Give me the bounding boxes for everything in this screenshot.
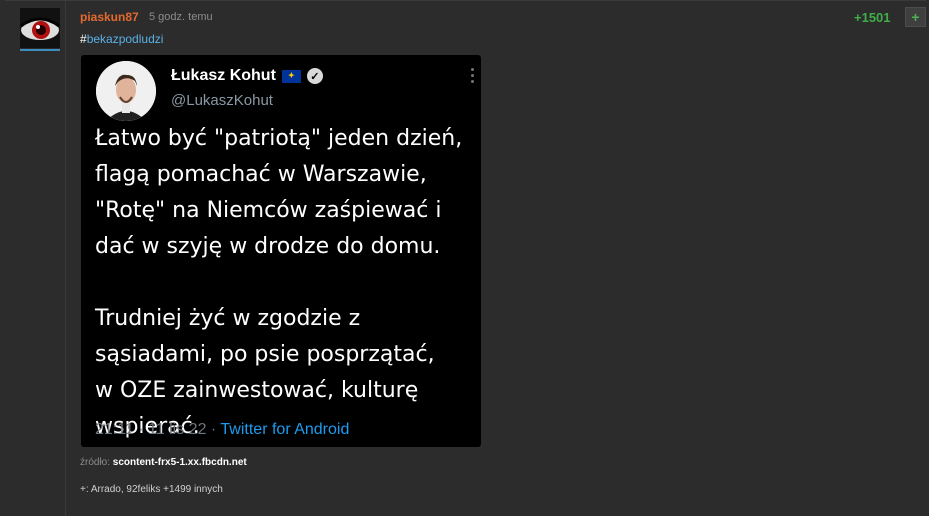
source-link[interactable]: scontent-frx5-1.xx.fbcdn.net bbox=[113, 457, 247, 468]
tweet-author-label: Łukasz Kohut bbox=[171, 67, 276, 84]
avatar-gender-bar bbox=[20, 49, 60, 51]
voters-list[interactable]: +: Arrado, 92feliks +1499 innych bbox=[80, 484, 223, 495]
tweet-client: Twitter for Android bbox=[220, 421, 350, 438]
tweet-meta: 21:11 · 11 lis 22 · Twitter for Android bbox=[95, 421, 349, 439]
entry: piaskun87 5 godz. temu +1501 + #bekazpod… bbox=[5, 0, 926, 516]
tweet-avatar bbox=[96, 61, 156, 121]
tweet-text: Łatwo być "patriotą" jeden dzień, flagą … bbox=[95, 126, 463, 439]
post-time[interactable]: 5 godz. temu bbox=[149, 11, 213, 23]
tweet-handle: @LukaszKohut bbox=[171, 92, 273, 109]
tweet-timestamp: 21:11 · 11 lis 22 · bbox=[95, 421, 221, 438]
upvote-button[interactable]: + bbox=[905, 7, 926, 27]
image-source: źródło: scontent-frx5-1.xx.fbcdn.net bbox=[80, 457, 247, 468]
tweet-author-name: Łukasz Kohut ✦ ✓ bbox=[171, 67, 323, 85]
tag-name: bekazpodludzi bbox=[86, 32, 164, 46]
vote-count: +1501 bbox=[854, 10, 891, 25]
verified-badge-icon: ✓ bbox=[306, 68, 323, 84]
tag-link[interactable]: #bekazpodludzi bbox=[80, 32, 163, 46]
source-label: źródło: bbox=[80, 457, 113, 468]
user-avatar[interactable] bbox=[20, 8, 60, 48]
eye-avatar-image bbox=[20, 8, 60, 48]
eu-flag-icon: ✦ bbox=[281, 69, 301, 83]
embedded-tweet-image[interactable]: Łukasz Kohut ✦ ✓ @LukaszKohut Łatwo być … bbox=[81, 55, 481, 447]
person-photo-icon bbox=[96, 61, 156, 121]
more-options-icon bbox=[471, 68, 475, 86]
author-name[interactable]: piaskun87 bbox=[80, 10, 139, 24]
divider bbox=[65, 1, 66, 516]
tag-hash: # bbox=[80, 32, 87, 46]
